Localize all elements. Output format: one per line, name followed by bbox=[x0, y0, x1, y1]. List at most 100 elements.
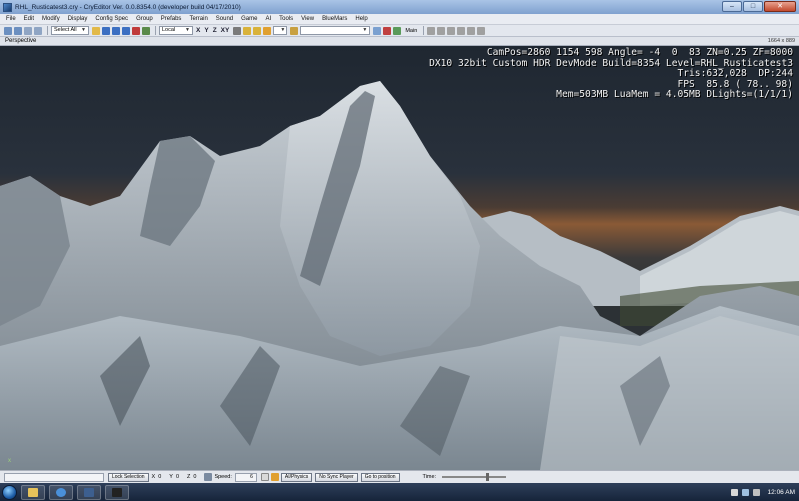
axis-xy-button[interactable]: XY bbox=[221, 27, 230, 34]
z-value[interactable]: 0 bbox=[193, 474, 196, 480]
minimize-button[interactable]: – bbox=[722, 1, 742, 12]
rotate-tool-icon[interactable] bbox=[112, 26, 120, 35]
menu-display[interactable]: Display bbox=[68, 16, 88, 22]
console-icon bbox=[112, 487, 122, 497]
window-title-bar: RHL_Rusticatest3.cry - CryEditor Ver. 0.… bbox=[0, 0, 799, 14]
lock-icon[interactable] bbox=[204, 473, 213, 481]
menu-modify[interactable]: Modify bbox=[42, 16, 60, 22]
terrain-collision-icon[interactable] bbox=[270, 473, 279, 481]
object-icon[interactable] bbox=[290, 26, 299, 35]
volume-icon[interactable] bbox=[752, 488, 760, 496]
perspective-viewport[interactable]: CamPos=2860 1154 598 Angle= -4 0 83 ZN=0… bbox=[0, 46, 799, 470]
menu-sound[interactable]: Sound bbox=[216, 16, 233, 22]
no-sync-player-button[interactable]: No Sync Player bbox=[315, 472, 358, 482]
menu-game[interactable]: Game bbox=[241, 16, 257, 22]
windows-taskbar: 12:06 AM bbox=[0, 483, 799, 501]
scale-tool-icon[interactable] bbox=[122, 26, 130, 35]
ruler-icon[interactable] bbox=[263, 26, 272, 35]
menu-tools[interactable]: Tools bbox=[279, 16, 293, 22]
menu-terrain[interactable]: Terrain bbox=[189, 16, 207, 22]
close-button[interactable]: ✕ bbox=[764, 1, 796, 12]
select-tool-icon[interactable] bbox=[92, 26, 100, 35]
record-icon[interactable] bbox=[383, 26, 392, 35]
chevron-down-icon: ▼ bbox=[280, 27, 286, 33]
axis-gizmo: x bbox=[8, 458, 11, 464]
debug-line-campos: CamPos=2860 1154 598 Angle= -4 0 83 ZN=0… bbox=[486, 47, 793, 58]
terrain-snap-icon[interactable] bbox=[233, 26, 242, 35]
time-label: Time: bbox=[422, 474, 437, 480]
taskbar-console[interactable] bbox=[105, 484, 129, 500]
angle-snap-icon[interactable] bbox=[253, 26, 262, 35]
grid-size-dropdown[interactable]: ▼ bbox=[273, 26, 288, 35]
network-icon[interactable] bbox=[741, 488, 749, 496]
taskbar-clock[interactable]: 12:06 AM bbox=[768, 489, 795, 496]
physics-icon[interactable] bbox=[437, 26, 446, 35]
grid-snap-icon[interactable] bbox=[243, 26, 252, 35]
z-label: Z bbox=[187, 474, 191, 480]
terrain-icon[interactable] bbox=[393, 26, 402, 35]
axis-x-button[interactable]: X bbox=[196, 27, 200, 34]
speed-stepper-icon[interactable] bbox=[260, 473, 269, 481]
unlink-icon[interactable] bbox=[34, 26, 42, 35]
time-slider-knob[interactable] bbox=[486, 473, 490, 481]
menu-bluemars[interactable]: BlueMars bbox=[322, 16, 347, 22]
y-value[interactable]: 0 bbox=[176, 474, 179, 480]
viewport-resolution: 1664 x 889 bbox=[767, 38, 795, 44]
menu-edit[interactable]: Edit bbox=[24, 16, 34, 22]
y-label: Y bbox=[169, 474, 173, 480]
link-icon[interactable] bbox=[24, 26, 32, 35]
start-button[interactable] bbox=[2, 484, 17, 500]
cryeditor-app-icon bbox=[3, 2, 12, 12]
viewport-header: Perspective 1664 x 889 bbox=[0, 37, 799, 46]
menu-file[interactable]: File bbox=[6, 16, 16, 22]
layer-icon[interactable] bbox=[373, 26, 382, 35]
status-bar: Lock Selection X 0 Y 0 Z 0 Speed: 6 AI/P… bbox=[0, 470, 799, 483]
time-slider[interactable] bbox=[442, 473, 507, 481]
ai-physics-button[interactable]: AI/Physics bbox=[280, 472, 313, 482]
browser-icon bbox=[56, 487, 66, 497]
cryeditor-icon bbox=[84, 487, 94, 497]
go-to-position-button[interactable]: Go to position bbox=[360, 472, 400, 482]
menu-config-spec[interactable]: Config Spec bbox=[95, 16, 128, 22]
speed-input[interactable]: 6 bbox=[234, 472, 257, 482]
undo-icon[interactable] bbox=[4, 26, 12, 35]
taskbar-browser[interactable] bbox=[49, 484, 73, 500]
main-layer-label[interactable]: Main bbox=[405, 28, 417, 34]
flag-icon[interactable] bbox=[730, 488, 738, 496]
coordinate-system-value: Local bbox=[162, 27, 176, 33]
selection-filter-dropdown[interactable]: Select All ▼ bbox=[51, 26, 89, 35]
menu-ai[interactable]: AI bbox=[265, 16, 271, 22]
database-icon[interactable] bbox=[467, 26, 476, 35]
x-value[interactable]: 0 bbox=[158, 474, 161, 480]
move-tool-icon[interactable] bbox=[102, 26, 110, 35]
maximize-button[interactable]: □ bbox=[743, 1, 763, 12]
menu-prefabs[interactable]: Prefabs bbox=[161, 16, 182, 22]
axis-y-button[interactable]: Y bbox=[204, 27, 208, 34]
axis-z-button[interactable]: Z bbox=[213, 27, 217, 34]
taskbar-cryeditor[interactable] bbox=[77, 484, 101, 500]
menu-help[interactable]: Help bbox=[355, 16, 367, 22]
snap-to-terrain-icon[interactable] bbox=[142, 26, 150, 35]
coordinate-system-dropdown[interactable]: Local ▼ bbox=[159, 26, 193, 35]
viewport-title[interactable]: Perspective bbox=[5, 38, 36, 44]
toolbar-separator bbox=[423, 26, 425, 35]
console-icon[interactable] bbox=[447, 26, 456, 35]
main-toolbar: Select All ▼ Local ▼ X Y Z XY ▼ ▼ Main bbox=[0, 25, 799, 37]
system-tray: 12:06 AM bbox=[730, 483, 795, 501]
window-title: RHL_Rusticatest3.cry - CryEditor Ver. 0.… bbox=[15, 3, 241, 11]
toolbar-separator bbox=[47, 26, 48, 35]
taskbar-explorer[interactable] bbox=[21, 484, 45, 500]
select-terrain-icon[interactable] bbox=[132, 26, 140, 35]
menu-view[interactable]: View bbox=[301, 16, 314, 22]
redo-icon[interactable] bbox=[14, 26, 22, 35]
lock-selection-button[interactable]: Lock Selection bbox=[108, 472, 149, 482]
lighting-icon[interactable] bbox=[477, 26, 486, 35]
material-icon[interactable] bbox=[457, 26, 466, 35]
mountain-scene bbox=[0, 81, 799, 470]
menu-group[interactable]: Group bbox=[136, 16, 153, 22]
layer-dropdown[interactable]: ▼ bbox=[300, 26, 371, 35]
camera-icon[interactable] bbox=[427, 26, 436, 35]
menu-bar: File Edit Modify Display Config Spec Gro… bbox=[0, 14, 799, 25]
x-label: X bbox=[151, 474, 156, 480]
debug-line-mem: Mem=503MB LuaMem = 4.05MB DLights=(1/1/1… bbox=[556, 89, 793, 101]
